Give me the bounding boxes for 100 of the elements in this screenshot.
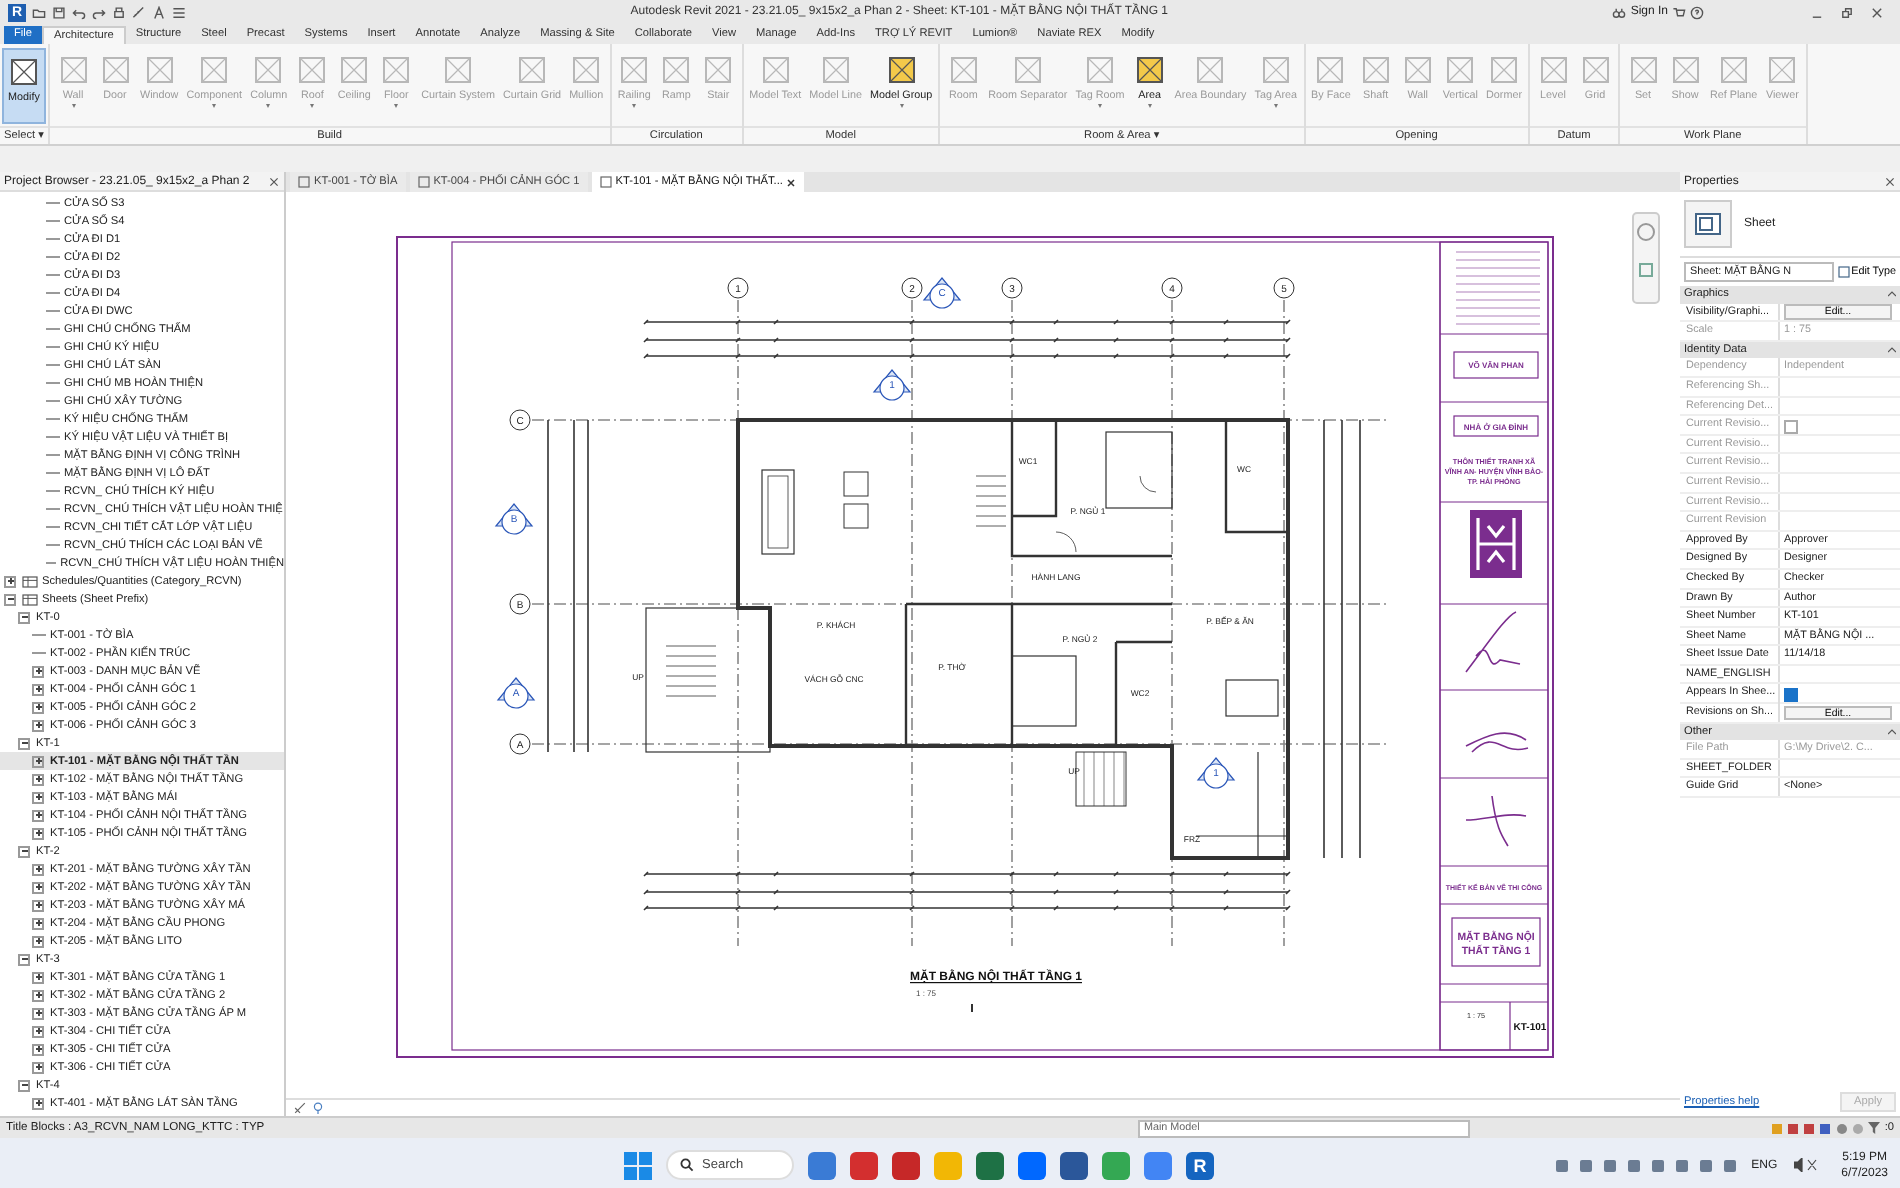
expand-icon[interactable]: [32, 1007, 44, 1019]
tool-icon: [442, 54, 475, 86]
expand-icon[interactable]: [32, 899, 44, 911]
status-icons-drawing[interactable]: [1772, 1121, 1865, 1135]
tool-icon: [1669, 54, 1701, 86]
pin-icon[interactable]: [312, 1102, 324, 1114]
tray-icons-drawing[interactable]: [1555, 1157, 1736, 1173]
tool-icon: [1133, 54, 1166, 86]
collapse-icon[interactable]: [18, 737, 30, 749]
thin-lines-icon[interactable]: [172, 5, 186, 19]
taskbar-app-icon[interactable]: [1060, 1151, 1088, 1179]
tool-icon: [1011, 54, 1044, 86]
tool-icon: [819, 54, 852, 86]
taskbar-app-icon[interactable]: [850, 1151, 878, 1179]
tool-icon: [1401, 54, 1434, 86]
tool-icon: [296, 54, 329, 86]
expand-icon[interactable]: [32, 989, 44, 1001]
tool-icon: [1359, 54, 1392, 86]
tool-icon: [1084, 54, 1116, 86]
tool-icon: [885, 54, 918, 86]
taskbar-app-icon[interactable]: [976, 1151, 1004, 1179]
expand-icon[interactable]: [32, 665, 44, 677]
collapse-icon[interactable]: [18, 611, 30, 623]
sheet-icon: [417, 176, 430, 188]
tool-icon: [1259, 54, 1292, 86]
taskbar-app-icon[interactable]: [808, 1151, 836, 1179]
tool-icon: [143, 54, 176, 86]
signature-drawing: [1465, 732, 1529, 753]
sheet-icon: [298, 176, 310, 188]
close-icon[interactable]: [1870, 5, 1884, 19]
tool-icon: [1579, 54, 1611, 86]
collapse-icon[interactable]: [18, 953, 30, 965]
expand-icon[interactable]: [4, 575, 16, 587]
table-icon: [22, 575, 38, 587]
tool-icon: [1717, 54, 1750, 86]
cart-icon[interactable]: [1672, 5, 1686, 19]
tool-icon: [1444, 54, 1477, 86]
close-icon[interactable]: [786, 177, 797, 187]
tool-icon: [1194, 54, 1227, 86]
table-icon: [22, 593, 38, 605]
tool-icon: [702, 54, 735, 86]
checkbox[interactable]: [1784, 687, 1798, 702]
sheet-type-icon: [1694, 212, 1722, 236]
tool-icon: [516, 54, 549, 86]
taskbar-app-icon[interactable]: [892, 1151, 920, 1179]
undo-icon[interactable]: [72, 5, 86, 19]
tool-icon: [759, 54, 792, 86]
expand-icon[interactable]: [32, 791, 44, 803]
taskbar-app-icon[interactable]: [1102, 1151, 1130, 1179]
tool-icon: [8, 56, 40, 88]
expand-icon[interactable]: [32, 917, 44, 929]
tool-icon: [947, 54, 980, 86]
windows-start-icon[interactable]: [624, 1151, 652, 1179]
expand-icon[interactable]: [32, 1061, 44, 1073]
expand-icon[interactable]: [32, 1025, 44, 1037]
expand-icon[interactable]: [32, 719, 44, 731]
expand-icon[interactable]: [32, 773, 44, 785]
close-icon[interactable]: [1884, 175, 1896, 187]
collapse-icon[interactable]: [18, 1079, 30, 1091]
print-icon[interactable]: [112, 5, 126, 19]
expand-icon[interactable]: [32, 863, 44, 875]
tool-icon: [1537, 54, 1569, 86]
tool-icon: [338, 54, 371, 86]
collapse-icon[interactable]: [1888, 290, 1896, 299]
collapse-icon[interactable]: [1888, 727, 1896, 736]
expand-icon[interactable]: [32, 881, 44, 893]
expand-icon[interactable]: [32, 755, 44, 767]
filter-icon[interactable]: [1868, 1122, 1881, 1134]
taskbar-app-icon[interactable]: [1018, 1151, 1046, 1179]
tool-icon: [1314, 54, 1347, 86]
expand-icon[interactable]: [32, 683, 44, 695]
open-folder-icon[interactable]: [32, 5, 46, 19]
taskbar-app-icon[interactable]: [1144, 1151, 1172, 1179]
edit-type-icon: [1837, 266, 1850, 278]
search-icon: [680, 1158, 694, 1172]
collapse-icon[interactable]: [4, 593, 16, 605]
expand-icon[interactable]: [32, 827, 44, 839]
expand-icon[interactable]: [32, 1043, 44, 1055]
tool-icon: [380, 54, 413, 86]
tool-icon: [252, 54, 285, 86]
taskbar-app-icon[interactable]: R: [1186, 1151, 1214, 1179]
tool-icon: [1488, 54, 1520, 86]
binoculars-icon[interactable]: [1612, 5, 1627, 19]
expand-icon[interactable]: [32, 1097, 44, 1109]
expand-icon[interactable]: [32, 701, 44, 713]
tool-icon: [57, 54, 89, 86]
save-icon[interactable]: [52, 5, 66, 19]
help-icon[interactable]: [1690, 5, 1704, 19]
tool-icon: [1766, 54, 1799, 86]
sheet-icon: [599, 176, 612, 188]
tool-icon: [618, 54, 651, 86]
text-icon[interactable]: [152, 5, 166, 19]
expand-icon[interactable]: [32, 971, 44, 983]
expand-icon[interactable]: [32, 935, 44, 947]
close-icon[interactable]: [268, 175, 280, 187]
redo-icon[interactable]: [92, 5, 106, 19]
collapse-icon[interactable]: [18, 845, 30, 857]
expand-icon[interactable]: [32, 809, 44, 821]
collapse-icon[interactable]: [1888, 346, 1896, 355]
restore-icon[interactable]: [1840, 5, 1854, 19]
